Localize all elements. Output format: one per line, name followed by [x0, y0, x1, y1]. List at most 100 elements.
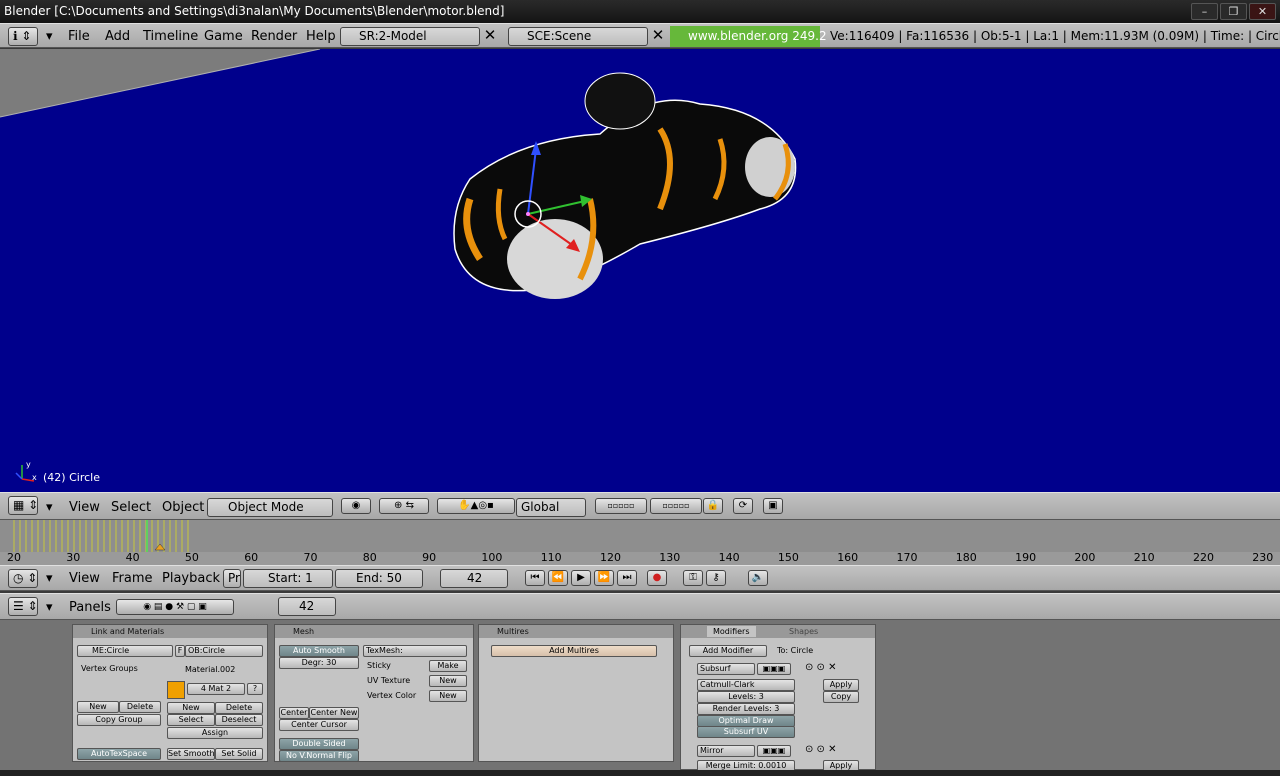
add-multires-button[interactable]: Add Multires: [491, 645, 657, 657]
tab-shapes[interactable]: Shapes: [789, 626, 818, 637]
manipulator-toggle-icon[interactable]: ✋▲◎▪: [437, 498, 515, 514]
preview-range-button[interactable]: Pr: [223, 569, 241, 588]
maximize-button[interactable]: ❐: [1220, 3, 1247, 20]
blender-version-badge[interactable]: www.blender.org 249.2: [670, 26, 827, 47]
menu-timeline[interactable]: Timeline: [143, 28, 198, 45]
material-select-button[interactable]: Select: [167, 714, 215, 726]
multires-title[interactable]: Multires: [479, 625, 673, 638]
no-vnormal-flip-toggle[interactable]: No V.Normal Flip: [279, 750, 359, 762]
texmesh-field[interactable]: TexMesh:: [363, 645, 467, 657]
delete-scene-icon[interactable]: ✕: [648, 27, 668, 46]
current-frame-field[interactable]: 42: [440, 569, 508, 588]
tab-modifiers[interactable]: Modifiers: [707, 626, 756, 637]
mirror-display-icons[interactable]: ▣▣▣: [757, 745, 791, 757]
mirror-updown-icon[interactable]: ⊙ ⊙ ✕: [805, 744, 837, 756]
editor-type-button[interactable]: ℹ ⇕: [8, 27, 38, 46]
set-smooth-button[interactable]: Set Smooth: [167, 748, 215, 760]
pivot-snap-icon[interactable]: ⊕ ⇆: [379, 498, 429, 514]
menu-view[interactable]: View: [69, 499, 100, 516]
header-collapse-icon[interactable]: ▾: [46, 599, 53, 616]
center-new-button[interactable]: Center New: [309, 707, 359, 719]
end-frame-field[interactable]: End: 50: [335, 569, 423, 588]
start-frame-field[interactable]: Start: 1: [243, 569, 333, 588]
autotexspace-toggle[interactable]: AutoTexSpace: [77, 748, 161, 760]
menu-frame[interactable]: Frame: [112, 570, 153, 587]
jump-start-icon[interactable]: ⏮: [525, 570, 545, 586]
apply-subsurf-button[interactable]: Apply: [823, 679, 859, 691]
subsurf-uv-toggle[interactable]: Subsurf UV: [697, 726, 795, 738]
menu-add[interactable]: Add: [105, 28, 130, 45]
prev-keyframe-icon[interactable]: ⏪: [548, 570, 568, 586]
render-view-icon[interactable]: ▣: [763, 498, 783, 514]
editor-type-timeline-button[interactable]: ◷ ⇕: [8, 569, 38, 588]
vgroup-new-button[interactable]: New: [77, 701, 119, 713]
menu-select[interactable]: Select: [111, 499, 151, 516]
jump-end-icon[interactable]: ⏭: [617, 570, 637, 586]
mesh-title[interactable]: Mesh: [275, 625, 473, 638]
subsurf-name-field[interactable]: Subsurf: [697, 663, 755, 675]
material-color-swatch[interactable]: [167, 681, 185, 699]
material-help-button[interactable]: ?: [247, 683, 263, 695]
buttons-frame-field[interactable]: 42: [278, 597, 336, 616]
next-keyframe-icon[interactable]: ⏩: [594, 570, 614, 586]
context-tabs-icon[interactable]: ◉ ▤ ● ⚒ ▢ ▣: [116, 599, 234, 615]
vgroup-delete-button[interactable]: Delete: [119, 701, 161, 713]
uv-new-button[interactable]: New: [429, 675, 467, 687]
editor-type-buttons-button[interactable]: ☰ ⇕: [8, 597, 38, 616]
center-cursor-button[interactable]: Center Cursor: [279, 719, 359, 731]
menu-object[interactable]: Object: [162, 499, 204, 516]
menu-playback[interactable]: Playback: [162, 570, 220, 587]
fake-user-button[interactable]: F: [175, 645, 185, 657]
record-icon[interactable]: ●: [647, 570, 667, 586]
copy-group-button[interactable]: Copy Group: [77, 714, 161, 726]
editor-type-3d-button[interactable]: ▦ ⇕: [8, 496, 38, 515]
timeline-area[interactable]: 20 30 40 50 60 70 80 90 100 110 120 130 140 150 160 170…: [0, 520, 1280, 565]
close-button[interactable]: ✕: [1249, 3, 1276, 20]
add-modifier-button[interactable]: Add Modifier: [689, 645, 767, 657]
degr-field[interactable]: Degr: 30: [279, 657, 359, 669]
draw-type-icon[interactable]: ◉: [341, 498, 371, 514]
auto-smooth-toggle[interactable]: Auto Smooth: [279, 645, 359, 657]
material-index-field[interactable]: 4 Mat 2: [187, 683, 245, 695]
play-icon[interactable]: ▶: [571, 570, 591, 586]
double-sided-toggle[interactable]: Double Sided: [279, 738, 359, 750]
minimize-button[interactable]: –: [1191, 3, 1218, 20]
menu-view[interactable]: View: [69, 570, 100, 587]
orientation-selector[interactable]: Global: [516, 498, 586, 517]
material-deselect-button[interactable]: Deselect: [215, 714, 263, 726]
levels-field[interactable]: Levels: 3: [697, 691, 795, 703]
center-button[interactable]: Center: [279, 707, 309, 719]
key-icon[interactable]: ⚷: [706, 570, 726, 586]
object-name-field[interactable]: OB:Circle: [185, 645, 263, 657]
lock-icon[interactable]: 🔒: [703, 498, 723, 514]
mode-selector[interactable]: Object Mode: [207, 498, 333, 517]
vertex-color-new-button[interactable]: New: [429, 690, 467, 702]
layers-row2-icon[interactable]: ▫▫▫▫▫: [650, 498, 702, 514]
delete-screen-icon[interactable]: ✕: [480, 27, 500, 46]
mirror-name-field[interactable]: Mirror: [697, 745, 755, 757]
material-delete-button[interactable]: Delete: [215, 702, 263, 714]
render-levels-field[interactable]: Render Levels: 3: [697, 703, 795, 715]
link-materials-title[interactable]: Link and Materials: [73, 625, 267, 638]
header-collapse-icon[interactable]: ▾: [46, 570, 53, 587]
header-collapse-icon[interactable]: ▾: [46, 499, 53, 516]
subsurf-display-icons[interactable]: ▣▣▣: [757, 663, 791, 675]
keying-set-icon[interactable]: ⚿: [683, 570, 703, 586]
subsurf-updown-icon[interactable]: ⊙ ⊙ ✕: [805, 662, 837, 674]
audio-icon[interactable]: 🔈: [748, 570, 768, 586]
sticky-make-button[interactable]: Make: [429, 660, 467, 672]
menu-file[interactable]: File: [68, 28, 90, 45]
set-solid-button[interactable]: Set Solid: [215, 748, 263, 760]
material-new-button[interactable]: New: [167, 702, 215, 714]
menu-render[interactable]: Render: [251, 28, 297, 45]
3d-viewport[interactable]: y x (42) Circle: [0, 49, 1280, 492]
mesh-name-field[interactable]: ME:Circle: [77, 645, 173, 657]
menu-game[interactable]: Game: [204, 28, 243, 45]
material-assign-button[interactable]: Assign: [167, 727, 263, 739]
subdivision-type-select[interactable]: Catmull-Clark: [697, 679, 795, 691]
screen-selector[interactable]: SR:2-Model: [340, 27, 480, 46]
menu-help[interactable]: Help: [306, 28, 336, 45]
copy-subsurf-button[interactable]: Copy: [823, 691, 859, 703]
scene-selector[interactable]: SCE:Scene: [508, 27, 648, 46]
link-icon[interactable]: ⟳: [733, 498, 753, 514]
